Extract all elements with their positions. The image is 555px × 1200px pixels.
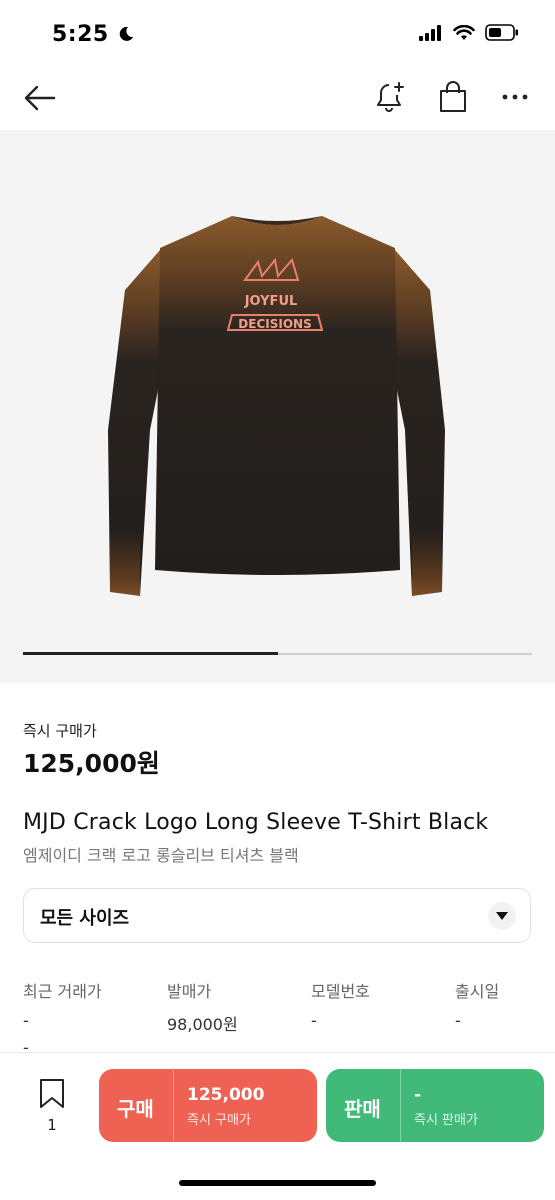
bookmark-button[interactable]: 1 <box>30 1078 74 1134</box>
size-selector[interactable]: 모든 사이즈 <box>23 888 531 943</box>
status-time-text: 5:25 <box>52 22 109 47</box>
sell-button-separator <box>400 1069 401 1142</box>
chevron-down-icon <box>488 902 516 930</box>
size-selector-label: 모든 사이즈 <box>40 908 130 929</box>
status-time: 5:25 <box>52 22 135 49</box>
stat-recent-trade: 최근 거래가 - - <box>23 978 143 1057</box>
wifi-icon <box>453 24 475 45</box>
stat-label: 출시일 <box>455 982 500 1001</box>
sell-button-sub: 즉시 판매가 <box>414 1113 478 1128</box>
back-button[interactable] <box>20 78 60 118</box>
buy-button-price: 125,000 <box>187 1085 265 1105</box>
stat-label: 모델번호 <box>311 982 370 1001</box>
back-arrow-icon <box>24 85 56 111</box>
stat-label: 최근 거래가 <box>23 982 102 1001</box>
bookmark-icon <box>40 1079 64 1108</box>
stat-release-price: 발매가 98,000원 <box>167 978 287 1035</box>
stat-label: 발매가 <box>167 982 212 1001</box>
sell-button[interactable]: 판매 - 즉시 판매가 <box>326 1069 544 1142</box>
product-name-ko: 엠제이디 크랙 로고 롱슬리브 티셔츠 블랙 <box>23 846 299 865</box>
svg-text:DECISIONS: DECISIONS <box>238 317 311 331</box>
stat-value: 98,000원 <box>167 1015 238 1034</box>
signal-icon <box>419 24 443 45</box>
product-image: JOYFUL DECISIONS <box>108 216 445 596</box>
image-progress-indicator <box>23 652 278 655</box>
instant-buy-price: 125,000원 <box>23 749 160 778</box>
shopping-bag-button[interactable] <box>434 78 472 116</box>
stat-model-number: 모델번호 - <box>311 978 431 1030</box>
sell-button-price: - <box>414 1085 422 1105</box>
sell-button-label: 판매 <box>344 1097 381 1121</box>
stat-value-secondary: - <box>23 1038 29 1057</box>
stat-value: - <box>23 1011 29 1030</box>
instant-buy-label: 즉시 구매가 <box>23 722 97 740</box>
shopping-bag-icon <box>440 81 466 112</box>
home-indicator <box>179 1180 376 1186</box>
bookmark-count: 1 <box>47 1116 57 1134</box>
buy-button-label: 구매 <box>117 1097 154 1121</box>
svg-text:JOYFUL: JOYFUL <box>244 294 298 309</box>
top-navigation <box>0 62 555 132</box>
buy-button-separator <box>173 1069 174 1142</box>
more-dots-icon <box>502 94 528 100</box>
stat-value: - <box>455 1011 461 1030</box>
product-image-carousel[interactable]: JOYFUL DECISIONS <box>0 130 555 683</box>
battery-icon <box>485 24 519 45</box>
status-indicators <box>419 24 519 45</box>
more-options-button[interactable] <box>496 78 534 116</box>
product-name-en: MJD Crack Logo Long Sleeve T-Shirt Black <box>23 810 489 835</box>
bell-plus-icon <box>377 82 404 112</box>
bottom-bar-divider <box>0 1052 555 1053</box>
notification-add-button[interactable] <box>372 78 410 116</box>
buy-button-sub: 즉시 구매가 <box>187 1113 251 1128</box>
stat-value: - <box>311 1011 317 1030</box>
moon-icon <box>117 24 135 49</box>
buy-button[interactable]: 구매 125,000 즉시 구매가 <box>99 1069 317 1142</box>
stat-release-date: 출시일 - <box>455 978 555 1030</box>
